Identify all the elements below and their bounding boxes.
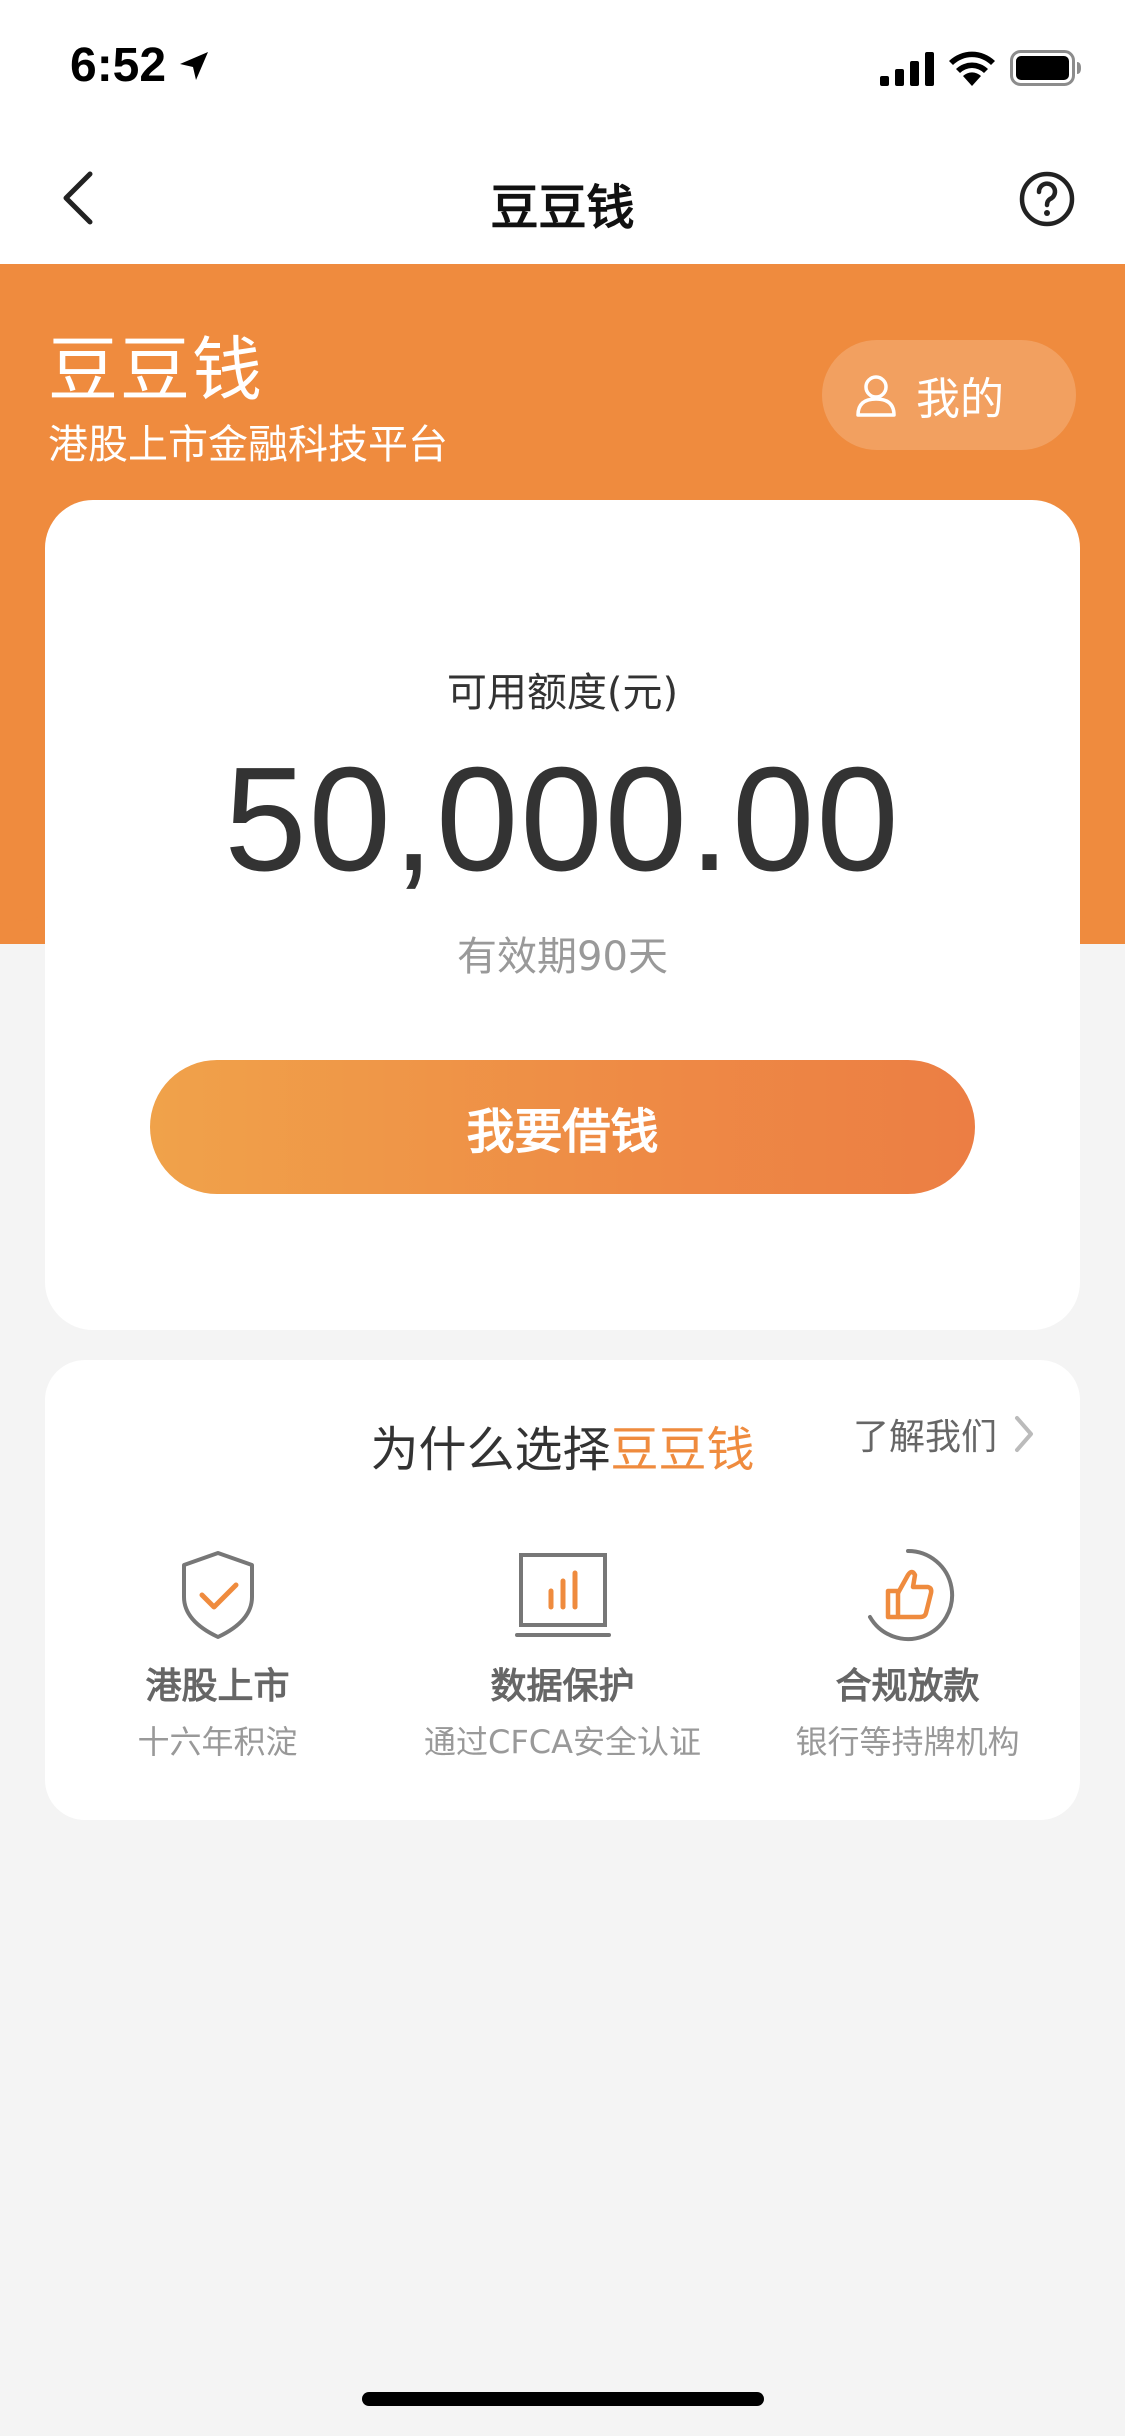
battery-icon (1010, 50, 1081, 86)
location-arrow-icon (180, 52, 208, 80)
credit-validity: 有效期90天 (457, 934, 668, 980)
status-time: 6:52 (70, 39, 167, 92)
feature-subtitle: 通过CFCA安全认证 (424, 1723, 701, 1761)
why-choose-card: 为什么选择豆豆钱 了解我们 港股上市 十六年积淀 数据保护 通过CFCA安全认证 (45, 1360, 1080, 1820)
feature-title: 合规放款 (835, 1666, 980, 1707)
nav-bar: 豆豆钱 (0, 132, 1125, 264)
about-us-link[interactable]: 了解我们 (853, 1408, 1035, 1460)
why-title-prefix: 为什么选择 (370, 1422, 611, 1478)
feature-subtitle: 十六年积淀 (137, 1723, 298, 1761)
about-us-label: 了解我们 (853, 1417, 998, 1458)
thumbs-up-icon (867, 1548, 954, 1641)
mine-label: 我的 (916, 374, 1004, 425)
cellular-signal-icon (880, 52, 934, 86)
feature-hk-listed: 港股上市 十六年积淀 (45, 1545, 390, 1763)
feature-title: 港股上市 (145, 1666, 290, 1707)
feature-compliant-lending: 合规放款 银行等持牌机构 (735, 1545, 1080, 1763)
brand-slogan: 港股上市金融科技平台 (48, 422, 448, 468)
help-question-icon[interactable] (1018, 170, 1076, 228)
credit-limit-label: 可用额度(元) (446, 670, 679, 716)
home-indicator[interactable] (362, 2392, 764, 2406)
feature-data-protection: 数据保护 通过CFCA安全认证 (390, 1545, 735, 1763)
brand-logo: 豆豆钱 (48, 329, 264, 411)
why-title-brand: 豆豆钱 (610, 1422, 755, 1478)
status-bar: 6:52 (0, 0, 1125, 132)
feature-title: 数据保护 (490, 1666, 635, 1707)
mine-button[interactable]: 我的 (822, 340, 1076, 450)
credit-limit-amount: 50,000.00 (224, 737, 901, 902)
page-title: 豆豆钱 (490, 180, 635, 236)
shield-check-icon (181, 1551, 254, 1639)
borrow-button[interactable]: 我要借钱 (150, 1060, 975, 1194)
wifi-icon (949, 51, 995, 86)
monitor-chart-icon (514, 1553, 611, 1637)
chevron-right-icon (1015, 1416, 1034, 1452)
credit-card: 可用额度(元) 50,000.00 有效期90天 我要借钱 (45, 500, 1080, 1330)
user-icon (856, 375, 896, 417)
feature-subtitle: 银行等持牌机构 (795, 1723, 1020, 1761)
